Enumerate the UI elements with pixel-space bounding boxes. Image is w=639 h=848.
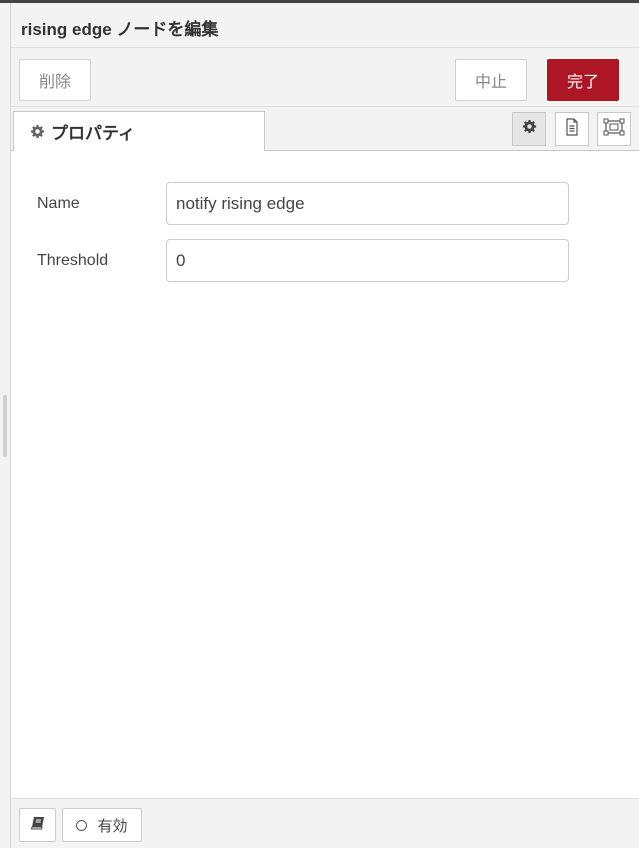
delete-button[interactable]: 削除 <box>19 59 91 101</box>
tab-properties[interactable]: プロパティ <box>13 111 265 151</box>
name-input[interactable] <box>166 182 569 225</box>
threshold-label: Threshold <box>37 252 109 269</box>
help-button[interactable] <box>19 808 56 842</box>
node-properties-button[interactable] <box>512 112 546 146</box>
radio-circle-icon <box>76 819 88 831</box>
gear-icon <box>522 119 537 139</box>
properties-panel: Name Threshold <box>11 151 639 798</box>
dialog-title: rising edge ノードを編集 <box>21 20 219 39</box>
node-appearance-button[interactable] <box>597 112 631 146</box>
tray-resize-handle[interactable] <box>3 395 7 457</box>
enable-toggle[interactable]: 有効 <box>62 808 142 842</box>
frame-icon <box>603 118 625 141</box>
editor-background-strip <box>0 3 11 848</box>
document-icon <box>564 117 580 141</box>
done-button[interactable]: 完了 <box>547 59 619 101</box>
book-icon <box>30 816 46 835</box>
tray-toolbar: 削除 中止 完了 <box>11 48 639 107</box>
gear-icon <box>30 124 45 139</box>
tab-bar: プロパティ <box>11 107 639 151</box>
name-label: Name <box>37 195 80 212</box>
threshold-input[interactable] <box>166 239 569 282</box>
tab-properties-label: プロパティ <box>51 124 135 143</box>
enable-label: 有効 <box>97 817 128 835</box>
node-description-button[interactable] <box>555 112 589 146</box>
tray-footer: 有効 <box>11 798 639 848</box>
cancel-button[interactable]: 中止 <box>455 59 527 101</box>
edit-tray: rising edge ノードを編集 削除 中止 完了 プロパティ Name n… <box>11 3 639 848</box>
tray-header: rising edge ノードを編集 <box>11 3 639 48</box>
